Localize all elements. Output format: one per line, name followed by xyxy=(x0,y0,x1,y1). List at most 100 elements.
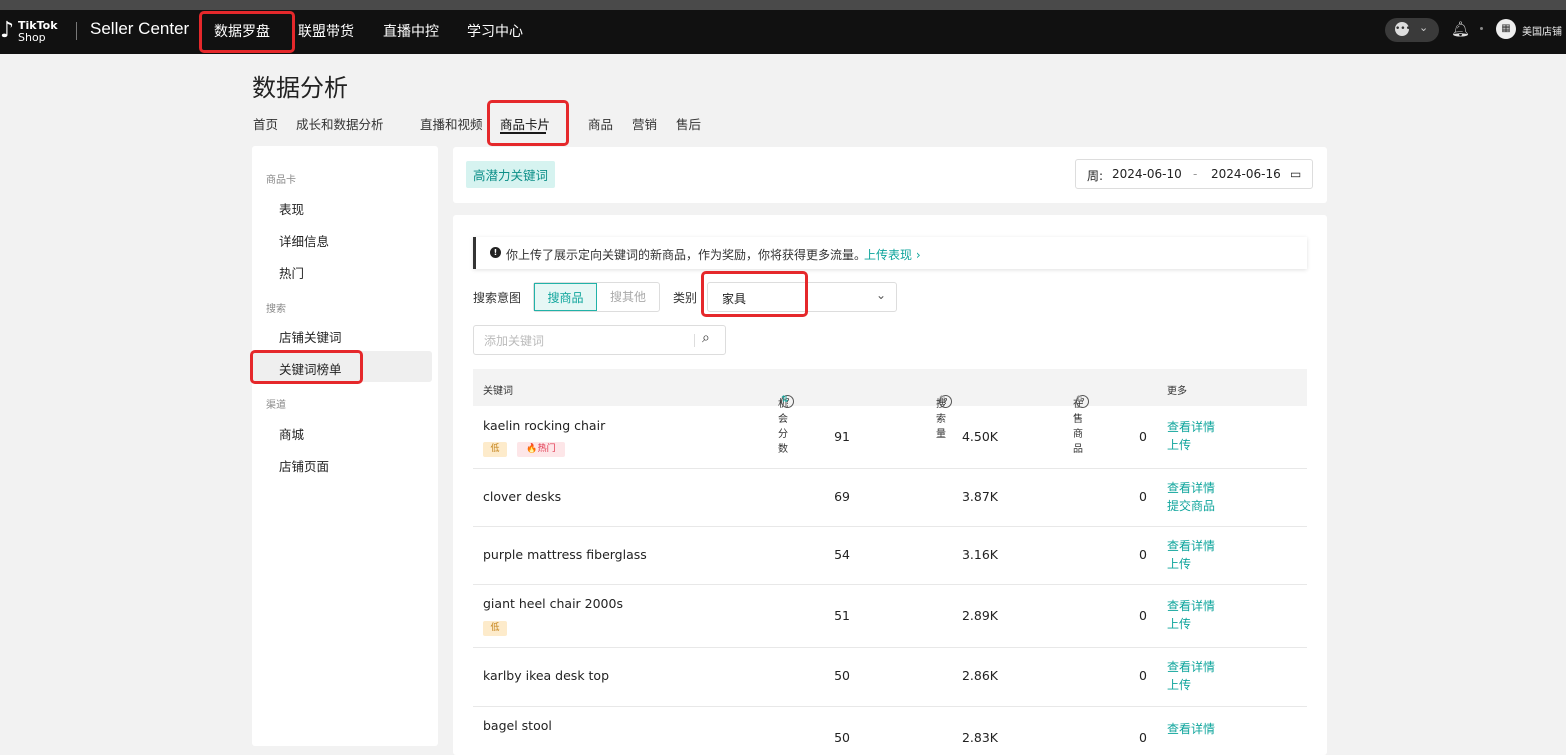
tab-live-video[interactable]: 直播和视频 xyxy=(420,114,483,133)
intent-search-other[interactable]: 搜其他 xyxy=(597,283,659,311)
tab-after-sales[interactable]: 售后 xyxy=(676,114,701,133)
upload-link[interactable]: 上传 xyxy=(1167,676,1215,694)
row-volume: 4.50K xyxy=(961,429,998,444)
row-on-sale: 0 xyxy=(1139,489,1147,504)
filter-panel: 高潜力关键词 周: 2024-06-10 - 2024-06-16 ▭ xyxy=(453,147,1327,203)
chevron-down-icon: ⌄ xyxy=(875,288,886,302)
keyword-search-box: ⌕ xyxy=(473,325,726,355)
search-icon[interactable]: ⌕ xyxy=(702,330,710,346)
search-separator xyxy=(694,334,695,347)
row-score: 50 xyxy=(834,668,850,683)
view-details-link[interactable]: 查看详情 xyxy=(1167,479,1215,497)
row-score: 54 xyxy=(834,547,850,562)
header-more: 更多 xyxy=(1167,386,1187,397)
row-keyword: giant heel chair 2000s xyxy=(483,596,623,611)
tab-highlight-box xyxy=(487,100,569,146)
info-icon: ! xyxy=(490,247,501,258)
table-header: 关键词 机会分数? ⇅ 搜索量? ⇅ 在售商品? ⇅ 更多 xyxy=(473,369,1307,455)
row-keyword: kaelin rocking chair xyxy=(483,418,606,433)
separator-dot xyxy=(1480,27,1483,30)
bell-icon[interactable]: 🔔︎ xyxy=(1451,20,1470,38)
tab-products[interactable]: 商品 xyxy=(588,114,613,133)
tiktok-shop-logo[interactable]: ♪ TikTok Shop xyxy=(0,16,64,48)
row-on-sale: 0 xyxy=(1139,730,1147,745)
tab-growth-analysis[interactable]: 成长和数据分析 xyxy=(296,114,384,133)
row-volume: 2.83K xyxy=(961,730,998,745)
sort-icon[interactable]: ⇅ xyxy=(939,395,947,405)
row-keyword: purple mattress fiberglass xyxy=(483,547,647,562)
view-details-link[interactable]: 查看详情 xyxy=(1167,537,1215,555)
row-score: 69 xyxy=(834,489,850,504)
row-keyword: karlby ikea desk top xyxy=(483,668,610,683)
sort-icon[interactable]: ⇅ xyxy=(1076,395,1084,405)
nav-learning-center[interactable]: 学习中心 xyxy=(467,21,523,41)
upload-performance-link[interactable]: 上传表现 › xyxy=(864,246,921,263)
sidebar-group-search: 搜索 xyxy=(266,304,286,315)
row-score: 91 xyxy=(834,429,850,444)
upload-link[interactable]: 上传 xyxy=(1167,615,1215,633)
sidebar-item-mall[interactable]: 商城 xyxy=(279,424,304,443)
row-score: 50 xyxy=(834,730,850,745)
row-on-sale: 0 xyxy=(1139,429,1147,444)
sidebar-group-channels: 渠道 xyxy=(266,400,286,411)
table-row: clover desks 69 3.87K 0 查看详情 提交商品 xyxy=(473,468,1307,527)
sidebar: 商品卡 表现 详细信息 热门 搜索 店铺关键词 关键词榜单 渠道 商城 店铺页面 xyxy=(252,146,438,746)
date-prefix: 周: xyxy=(1087,169,1104,183)
row-on-sale: 0 xyxy=(1139,608,1147,623)
tiktok-note-icon: ♪ xyxy=(0,18,15,43)
keyword-search-input[interactable] xyxy=(482,330,686,352)
header-keyword: 关键词 xyxy=(483,386,513,397)
date-separator: - xyxy=(1193,167,1198,181)
sidebar-item-trending[interactable]: 热门 xyxy=(279,263,304,282)
row-volume: 3.16K xyxy=(961,547,998,562)
sidebar-highlight-box xyxy=(250,350,363,384)
upload-link[interactable]: 上传 xyxy=(1167,555,1215,573)
intent-search-products[interactable]: 搜商品 xyxy=(534,283,597,311)
view-details-link[interactable]: 查看详情 xyxy=(1167,720,1215,738)
sidebar-item-store-page[interactable]: 店铺页面 xyxy=(279,456,329,475)
tab-home[interactable]: 首页 xyxy=(253,114,278,133)
table-row: purple mattress fiberglass 54 3.16K 0 查看… xyxy=(473,526,1307,585)
store-name[interactable]: 美国店铺 xyxy=(1522,23,1562,38)
submit-product-link[interactable]: 提交商品 xyxy=(1167,497,1215,515)
sidebar-item-performance[interactable]: 表现 xyxy=(279,199,304,218)
tab-marketing[interactable]: 营销 xyxy=(632,114,657,133)
sidebar-group-product-card: 商品卡 xyxy=(266,175,296,186)
sidebar-item-store-keywords[interactable]: 店铺关键词 xyxy=(279,327,342,346)
page-title: 数据分析 xyxy=(252,74,348,102)
notice-text: 你上传了展示定向关键词的新商品，作为奖励，你将获得更多流量。 xyxy=(506,248,867,262)
view-details-link[interactable]: 查看详情 xyxy=(1167,418,1215,436)
chevron-down-icon: ⌄ xyxy=(1419,21,1429,34)
nav-live-control[interactable]: 直播中控 xyxy=(383,21,439,41)
calendar-icon: ▭ xyxy=(1290,167,1302,181)
row-score: 51 xyxy=(834,608,850,623)
row-volume: 3.87K xyxy=(961,489,998,504)
table-row: giant heel chair 2000s 低 51 2.89K 0 查看详情… xyxy=(473,584,1307,648)
view-details-link[interactable]: 查看详情 xyxy=(1167,658,1215,676)
hot-badge: 🔥热门 xyxy=(517,442,565,457)
nav-affiliate[interactable]: 联盟带货 xyxy=(298,21,354,41)
row-on-sale: 0 xyxy=(1139,668,1147,683)
brand-line2: Shop xyxy=(18,31,46,44)
sidebar-item-details[interactable]: 详细信息 xyxy=(279,231,329,250)
table-row: bagel stool 50 2.83K 0 查看详情 xyxy=(473,706,1307,746)
seller-center-title: Seller Center xyxy=(90,19,190,38)
high-potential-keywords-tag[interactable]: 高潜力关键词 xyxy=(466,161,556,188)
brand-divider xyxy=(76,22,77,40)
sort-icon[interactable]: ⇅ xyxy=(781,395,789,405)
message-menu[interactable]: ••• ⌄ xyxy=(1385,18,1439,42)
chat-icon: ••• xyxy=(1395,22,1411,36)
date-range-picker[interactable]: 周: 2024-06-10 - 2024-06-16 ▭ xyxy=(1075,159,1313,189)
date-end: 2024-06-16 xyxy=(1211,167,1281,181)
view-details-link[interactable]: 查看详情 xyxy=(1167,597,1215,615)
row-keyword: clover desks xyxy=(483,489,562,504)
category-highlight-box xyxy=(701,271,808,317)
nav-highlight-box xyxy=(199,11,295,53)
window-top-strip xyxy=(0,0,1566,10)
store-avatar-icon[interactable]: ▦ xyxy=(1496,19,1516,39)
table-row: kaelin rocking chair 低 🔥热门 91 4.50K 0 查看… xyxy=(473,406,1307,469)
row-keyword: bagel stool xyxy=(483,718,552,733)
category-label: 类别 xyxy=(673,291,698,305)
row-volume: 2.89K xyxy=(961,608,998,623)
upload-link[interactable]: 上传 xyxy=(1167,436,1215,454)
